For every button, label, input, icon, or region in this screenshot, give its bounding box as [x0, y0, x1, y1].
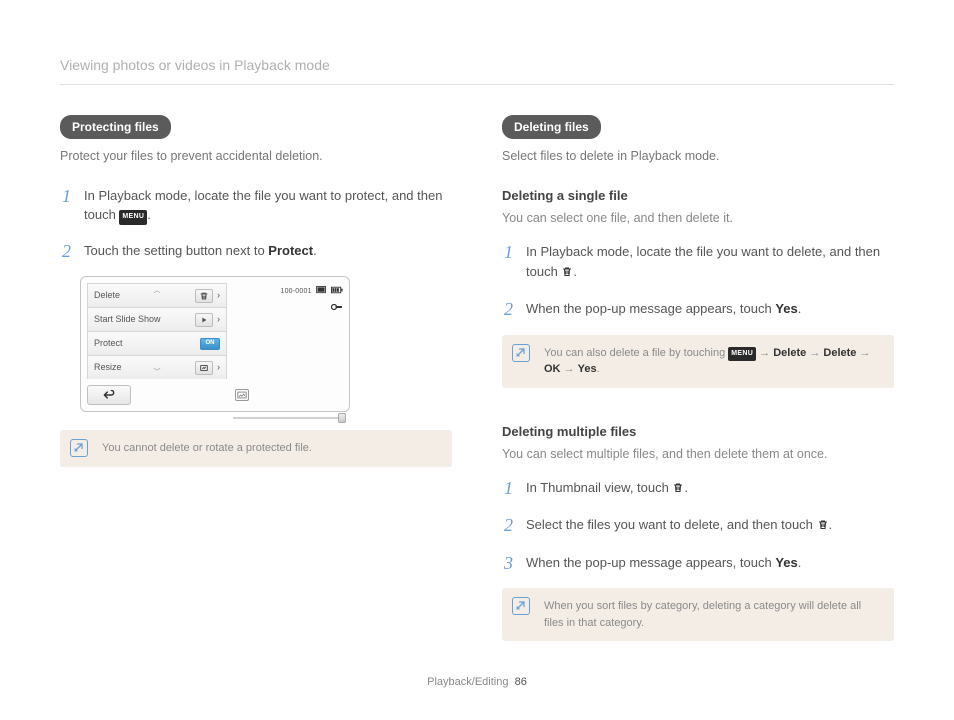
scroll-down-icon: ﹀: [154, 368, 161, 379]
protecting-intro: Protect your files to prevent accidental…: [60, 147, 452, 166]
chevron-right-icon: ›: [217, 361, 220, 375]
multi-delete-head: Deleting multiple files: [502, 422, 894, 442]
scrollbar-knob-icon: [338, 413, 346, 423]
arrow-icon: →: [809, 347, 820, 359]
single-delete-intro: You can select one file, and then delete…: [502, 209, 894, 228]
menu-row-resize: Resize › ﹀: [87, 355, 227, 379]
menu-row-protect: Protect ON: [87, 331, 227, 355]
multi-step-3: When the pop-up message appears, touch Y…: [502, 553, 894, 573]
protect-note-text: You cannot delete or rotate a protected …: [102, 442, 312, 454]
protect-step-1: In Playback mode, locate the file you wa…: [60, 186, 452, 225]
arrow-icon: →: [859, 347, 870, 359]
single-step2-bold: Yes: [775, 301, 797, 316]
resize-icon: [195, 361, 213, 375]
single-step2-pre: When the pop-up message appears, touch: [526, 301, 775, 316]
menu-label-delete: Delete: [94, 289, 120, 303]
multi-step1-post: .: [684, 480, 688, 495]
note-icon: [512, 597, 530, 615]
multi-step1-pre: In Thumbnail view, touch: [526, 480, 672, 495]
protecting-files-pill: Protecting files: [60, 115, 171, 139]
protect-note: You cannot delete or rotate a protected …: [60, 430, 452, 467]
seq-delete-1: Delete: [773, 347, 806, 359]
single-delete-note: You can also delete a file by touching M…: [502, 335, 894, 388]
multi-step3-pre: When the pop-up message appears, touch: [526, 555, 775, 570]
single-delete-head: Deleting a single file: [502, 186, 894, 206]
scroll-up-icon: ︿: [154, 286, 161, 297]
trash-icon: [561, 264, 573, 284]
protect-step2-post: .: [313, 243, 317, 258]
multi-step2-pre: Select the files you want to delete, and…: [526, 517, 817, 532]
multi-delete-note: When you sort files by category, deletin…: [502, 588, 894, 641]
sd-icon: [316, 286, 327, 299]
trash-icon: [195, 289, 213, 303]
protect-step-2: Touch the setting button next to Protect…: [60, 241, 452, 261]
menu-icon: MENU: [728, 347, 756, 362]
image-counter: 100-0001: [281, 288, 312, 295]
multi-delete-steps: In Thumbnail view, touch . Select the fi…: [502, 478, 894, 573]
single-step-2: When the pop-up message appears, touch Y…: [502, 299, 894, 319]
menu-row-delete: ︿ Delete ›: [87, 283, 227, 307]
battery-icon: [331, 286, 343, 299]
device-screenshot: ︿ Delete › Start Slide Show: [80, 276, 350, 412]
protect-step2-pre: Touch the setting button next to: [84, 243, 268, 258]
menu-label-protect: Protect: [94, 337, 123, 351]
header-rule: [60, 84, 894, 85]
on-toggle-icon: ON: [200, 338, 220, 350]
seq-ok: OK: [544, 363, 561, 375]
trash-icon: [672, 480, 684, 500]
single-delete-steps: In Playback mode, locate the file you wa…: [502, 242, 894, 319]
note-icon: [70, 439, 88, 457]
status-bar: 100-0001: [233, 283, 343, 299]
back-button-icon: [87, 385, 131, 405]
multi-step3-post: .: [798, 555, 802, 570]
multi-step-2: Select the files you want to delete, and…: [502, 515, 894, 537]
menu-label-resize: Resize: [94, 361, 122, 375]
footer-page-number: 86: [515, 676, 527, 688]
protect-step1-post: .: [147, 207, 151, 222]
image-placeholder-icon: [235, 389, 249, 401]
seq-delete-2: Delete: [823, 347, 856, 359]
left-column: Protecting files Protect your files to p…: [60, 115, 452, 641]
deleting-files-pill: Deleting files: [502, 115, 601, 139]
trash-icon: [817, 517, 829, 537]
protect-steps: In Playback mode, locate the file you wa…: [60, 186, 452, 261]
seq-yes: Yes: [578, 363, 597, 375]
footer-section: Playback/Editing: [427, 676, 508, 688]
page-footer: Playback/Editing 86: [0, 674, 954, 691]
chevron-right-icon: ›: [217, 313, 220, 327]
deleting-intro: Select files to delete in Playback mode.: [502, 147, 894, 166]
single-note-pre: You can also delete a file by touching: [544, 347, 728, 359]
single-step2-post: .: [798, 301, 802, 316]
page-header: Viewing photos or videos in Playback mod…: [60, 55, 894, 76]
menu-row-slideshow: Start Slide Show ›: [87, 307, 227, 331]
menu-label-slideshow: Start Slide Show: [94, 313, 161, 327]
multi-step2-post: .: [829, 517, 833, 532]
right-column: Deleting files Select files to delete in…: [502, 115, 894, 641]
single-step-1: In Playback mode, locate the file you wa…: [502, 242, 894, 283]
scrollbar-track: [233, 417, 341, 419]
chevron-right-icon: ›: [217, 289, 220, 303]
protect-step2-bold: Protect: [268, 243, 313, 258]
menu-icon: MENU: [119, 210, 147, 225]
arrow-icon: →: [759, 347, 770, 359]
single-step1-pre: In Playback mode, locate the file you wa…: [526, 244, 880, 279]
lock-icon: [233, 302, 343, 317]
note-icon: [512, 344, 530, 362]
play-icon: [195, 313, 213, 327]
multi-step-1: In Thumbnail view, touch .: [502, 478, 894, 500]
multi-note-text: When you sort files by category, deletin…: [544, 600, 861, 629]
single-step1-post: .: [573, 264, 577, 279]
arrow-icon: →: [564, 363, 575, 375]
multi-delete-intro: You can select multiple files, and then …: [502, 445, 894, 464]
multi-step3-bold: Yes: [775, 555, 797, 570]
